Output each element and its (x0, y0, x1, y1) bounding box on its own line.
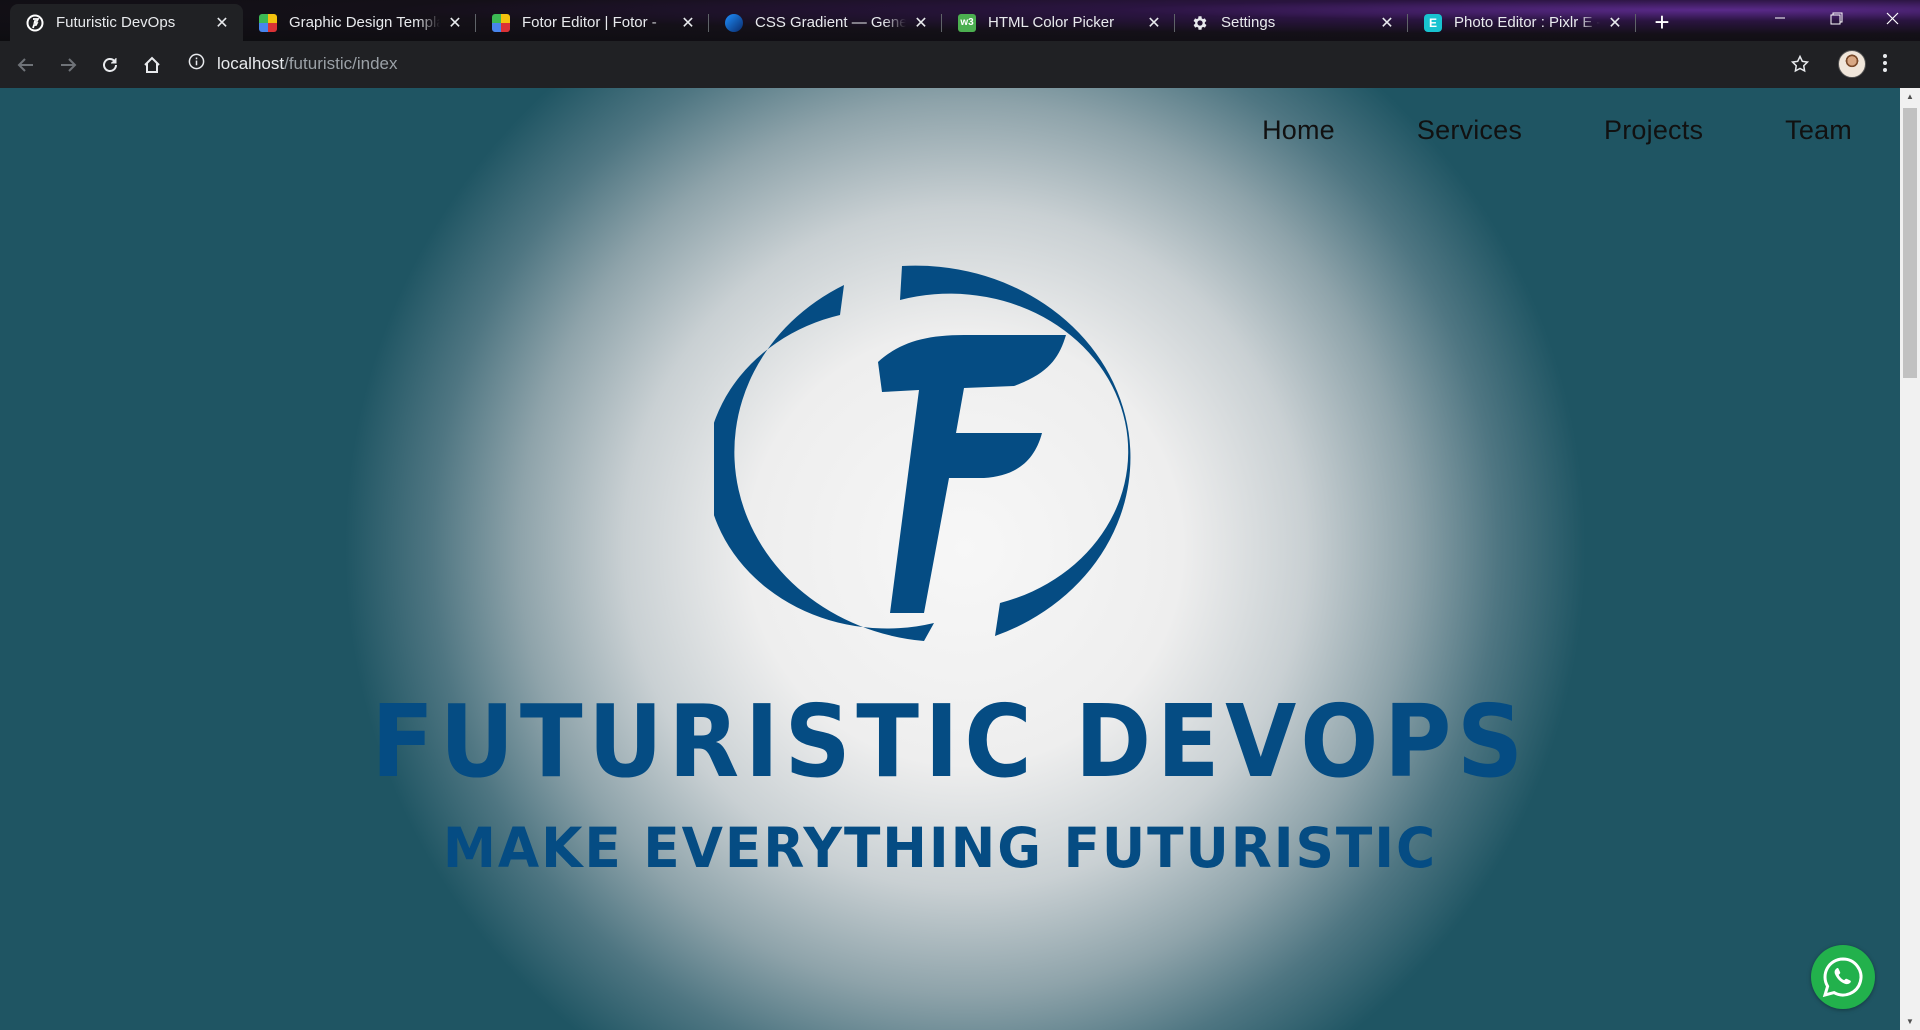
tab-futuristic-devops[interactable]: Futuristic DevOps ✕ (10, 4, 243, 41)
tab-title: HTML Color Picker (988, 14, 1115, 31)
brand-title: FUTURISTIC DEVOPS (371, 683, 1529, 800)
url-host: localhost (217, 54, 285, 73)
url-text[interactable]: localhost/futuristic/index (217, 54, 398, 74)
tab-settings[interactable]: Settings ✕ (1175, 4, 1408, 41)
close-tab-icon[interactable]: ✕ (1378, 14, 1396, 32)
tab-html-color-picker[interactable]: w3 HTML Color Picker ✕ (942, 4, 1175, 41)
whatsapp-icon (1822, 957, 1863, 998)
fotor-favicon-icon (492, 13, 510, 32)
back-arrow-icon[interactable] (6, 45, 46, 85)
tab-fotor-editor[interactable]: Fotor Editor | Fotor - ✕ (476, 4, 709, 41)
close-tab-icon[interactable]: ✕ (446, 14, 464, 32)
tab-title: Fotor Editor | Fotor - (522, 14, 657, 31)
url-path: /futuristic/index (284, 54, 398, 73)
close-tab-icon[interactable]: ✕ (912, 14, 930, 32)
tab-strip: Futuristic DevOps ✕ Graphic Design Templ… (0, 0, 1920, 41)
more-menu-icon[interactable] (1882, 53, 1888, 78)
cssgradient-favicon-icon (725, 13, 743, 32)
scrollbar-thumb[interactable] (1903, 108, 1917, 378)
futuristic-devops-logo (714, 265, 1131, 641)
nav-link-projects[interactable]: Projects (1604, 115, 1703, 146)
info-icon[interactable] (188, 53, 205, 75)
tab-graphic-design[interactable]: Graphic Design Templa ✕ (243, 4, 476, 41)
brand-tagline: MAKE EVERYTHING FUTURISTIC (442, 816, 1438, 880)
nav-link-services[interactable]: Services (1417, 115, 1522, 146)
new-tab-button[interactable]: + (1644, 6, 1680, 38)
browser-toolbar: localhost/futuristic/index (0, 41, 1920, 88)
gear-icon (1191, 14, 1209, 32)
page-viewport: Home Services Projects Team FUTURISTIC D… (0, 88, 1900, 1030)
whatsapp-chat-button[interactable] (1811, 945, 1875, 1009)
address-bar[interactable]: localhost/futuristic/index (176, 46, 1786, 82)
bookmark-star-icon[interactable] (1790, 54, 1810, 79)
nav-link-home[interactable]: Home (1262, 115, 1335, 146)
minimize-icon[interactable] (1752, 0, 1808, 36)
close-tab-icon[interactable]: ✕ (213, 14, 231, 32)
page-scrollbar[interactable]: ▲ ▼ (1900, 88, 1920, 1030)
tab-title: Photo Editor : Pixlr E - (1454, 14, 1600, 31)
tab-title: CSS Gradient — Gener (755, 14, 906, 31)
close-tab-icon[interactable]: ✕ (679, 14, 697, 32)
tab-title: Settings (1221, 14, 1276, 31)
tab-title: Futuristic DevOps (56, 14, 176, 31)
tab-pixlr[interactable]: E Photo Editor : Pixlr E - ✕ (1408, 4, 1636, 41)
reload-icon[interactable] (90, 45, 130, 85)
window-controls (1752, 0, 1920, 36)
profile-avatar[interactable] (1838, 50, 1866, 78)
site-nav: Home Services Projects Team (1262, 88, 1900, 173)
scroll-up-arrow-icon[interactable]: ▲ (1900, 88, 1920, 105)
close-tab-icon[interactable]: ✕ (1606, 14, 1624, 32)
forward-arrow-icon[interactable] (48, 45, 88, 85)
home-icon[interactable] (132, 45, 172, 85)
close-tab-icon[interactable]: ✕ (1145, 14, 1163, 32)
tab-title: Graphic Design Templa (289, 14, 440, 31)
w3schools-favicon-icon: w3 (958, 13, 976, 32)
nav-link-team[interactable]: Team (1785, 115, 1852, 146)
futuristic-favicon-icon (26, 14, 44, 32)
pixlr-favicon-icon: E (1424, 13, 1442, 32)
scroll-down-arrow-icon[interactable]: ▼ (1900, 1013, 1920, 1030)
close-window-icon[interactable] (1864, 0, 1920, 36)
tab-css-gradient[interactable]: CSS Gradient — Gener ✕ (709, 4, 942, 41)
restore-icon[interactable] (1808, 0, 1864, 36)
fotor-favicon-icon (259, 13, 277, 32)
